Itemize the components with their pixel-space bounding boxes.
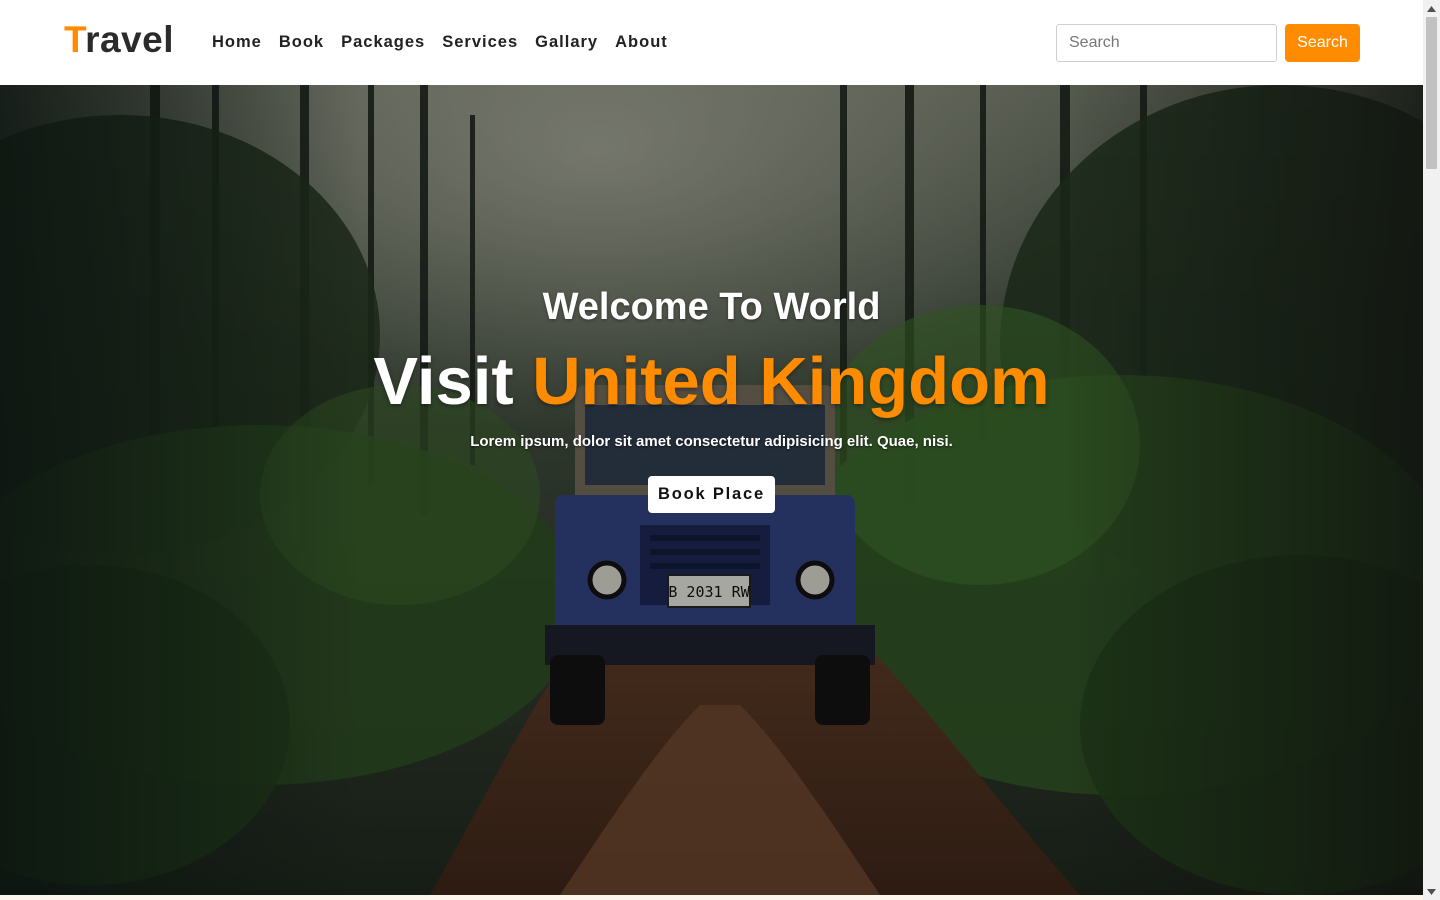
logo-initial: T bbox=[64, 19, 86, 60]
hero-tagline: Lorem ipsum, dolor sit amet consectetur … bbox=[470, 433, 953, 450]
scrollbar-thumb[interactable] bbox=[1426, 17, 1437, 169]
hero-section: B 2031 RW Welcome To World Visit United … bbox=[0, 85, 1423, 895]
nav-link-book[interactable]: Book bbox=[279, 32, 324, 52]
next-section-edge bbox=[0, 895, 1423, 900]
logo-text: ravel bbox=[85, 19, 174, 60]
logo[interactable]: Travel bbox=[64, 18, 174, 62]
nav-link-services[interactable]: Services bbox=[442, 32, 518, 52]
hero-welcome-heading: Welcome To World bbox=[542, 286, 881, 328]
nav-link-packages[interactable]: Packages bbox=[341, 32, 425, 52]
nav-link-about[interactable]: About bbox=[615, 32, 668, 52]
nav-link-gallary[interactable]: Gallary bbox=[535, 32, 598, 52]
chevron-down-icon[interactable] bbox=[1423, 883, 1440, 900]
hero-headline-accent: United Kingdom bbox=[532, 344, 1050, 419]
nav-link-home[interactable]: Home bbox=[212, 32, 262, 52]
search-input[interactable] bbox=[1056, 24, 1277, 62]
hero-headline: Visit United Kingdom bbox=[0, 343, 1423, 421]
navbar: Travel Home Book Packages Services Galla… bbox=[0, 0, 1423, 85]
hero-headline-plain: Visit bbox=[373, 344, 533, 419]
page-scrollbar[interactable] bbox=[1423, 0, 1440, 900]
book-place-button[interactable]: Book Place bbox=[648, 476, 775, 513]
search-button[interactable]: Search bbox=[1285, 24, 1360, 62]
hero-content: Welcome To World Visit United Kingdom Lo… bbox=[0, 85, 1423, 895]
chevron-up-icon[interactable] bbox=[1423, 0, 1440, 17]
main-nav: Home Book Packages Services Gallary Abou… bbox=[212, 32, 685, 52]
